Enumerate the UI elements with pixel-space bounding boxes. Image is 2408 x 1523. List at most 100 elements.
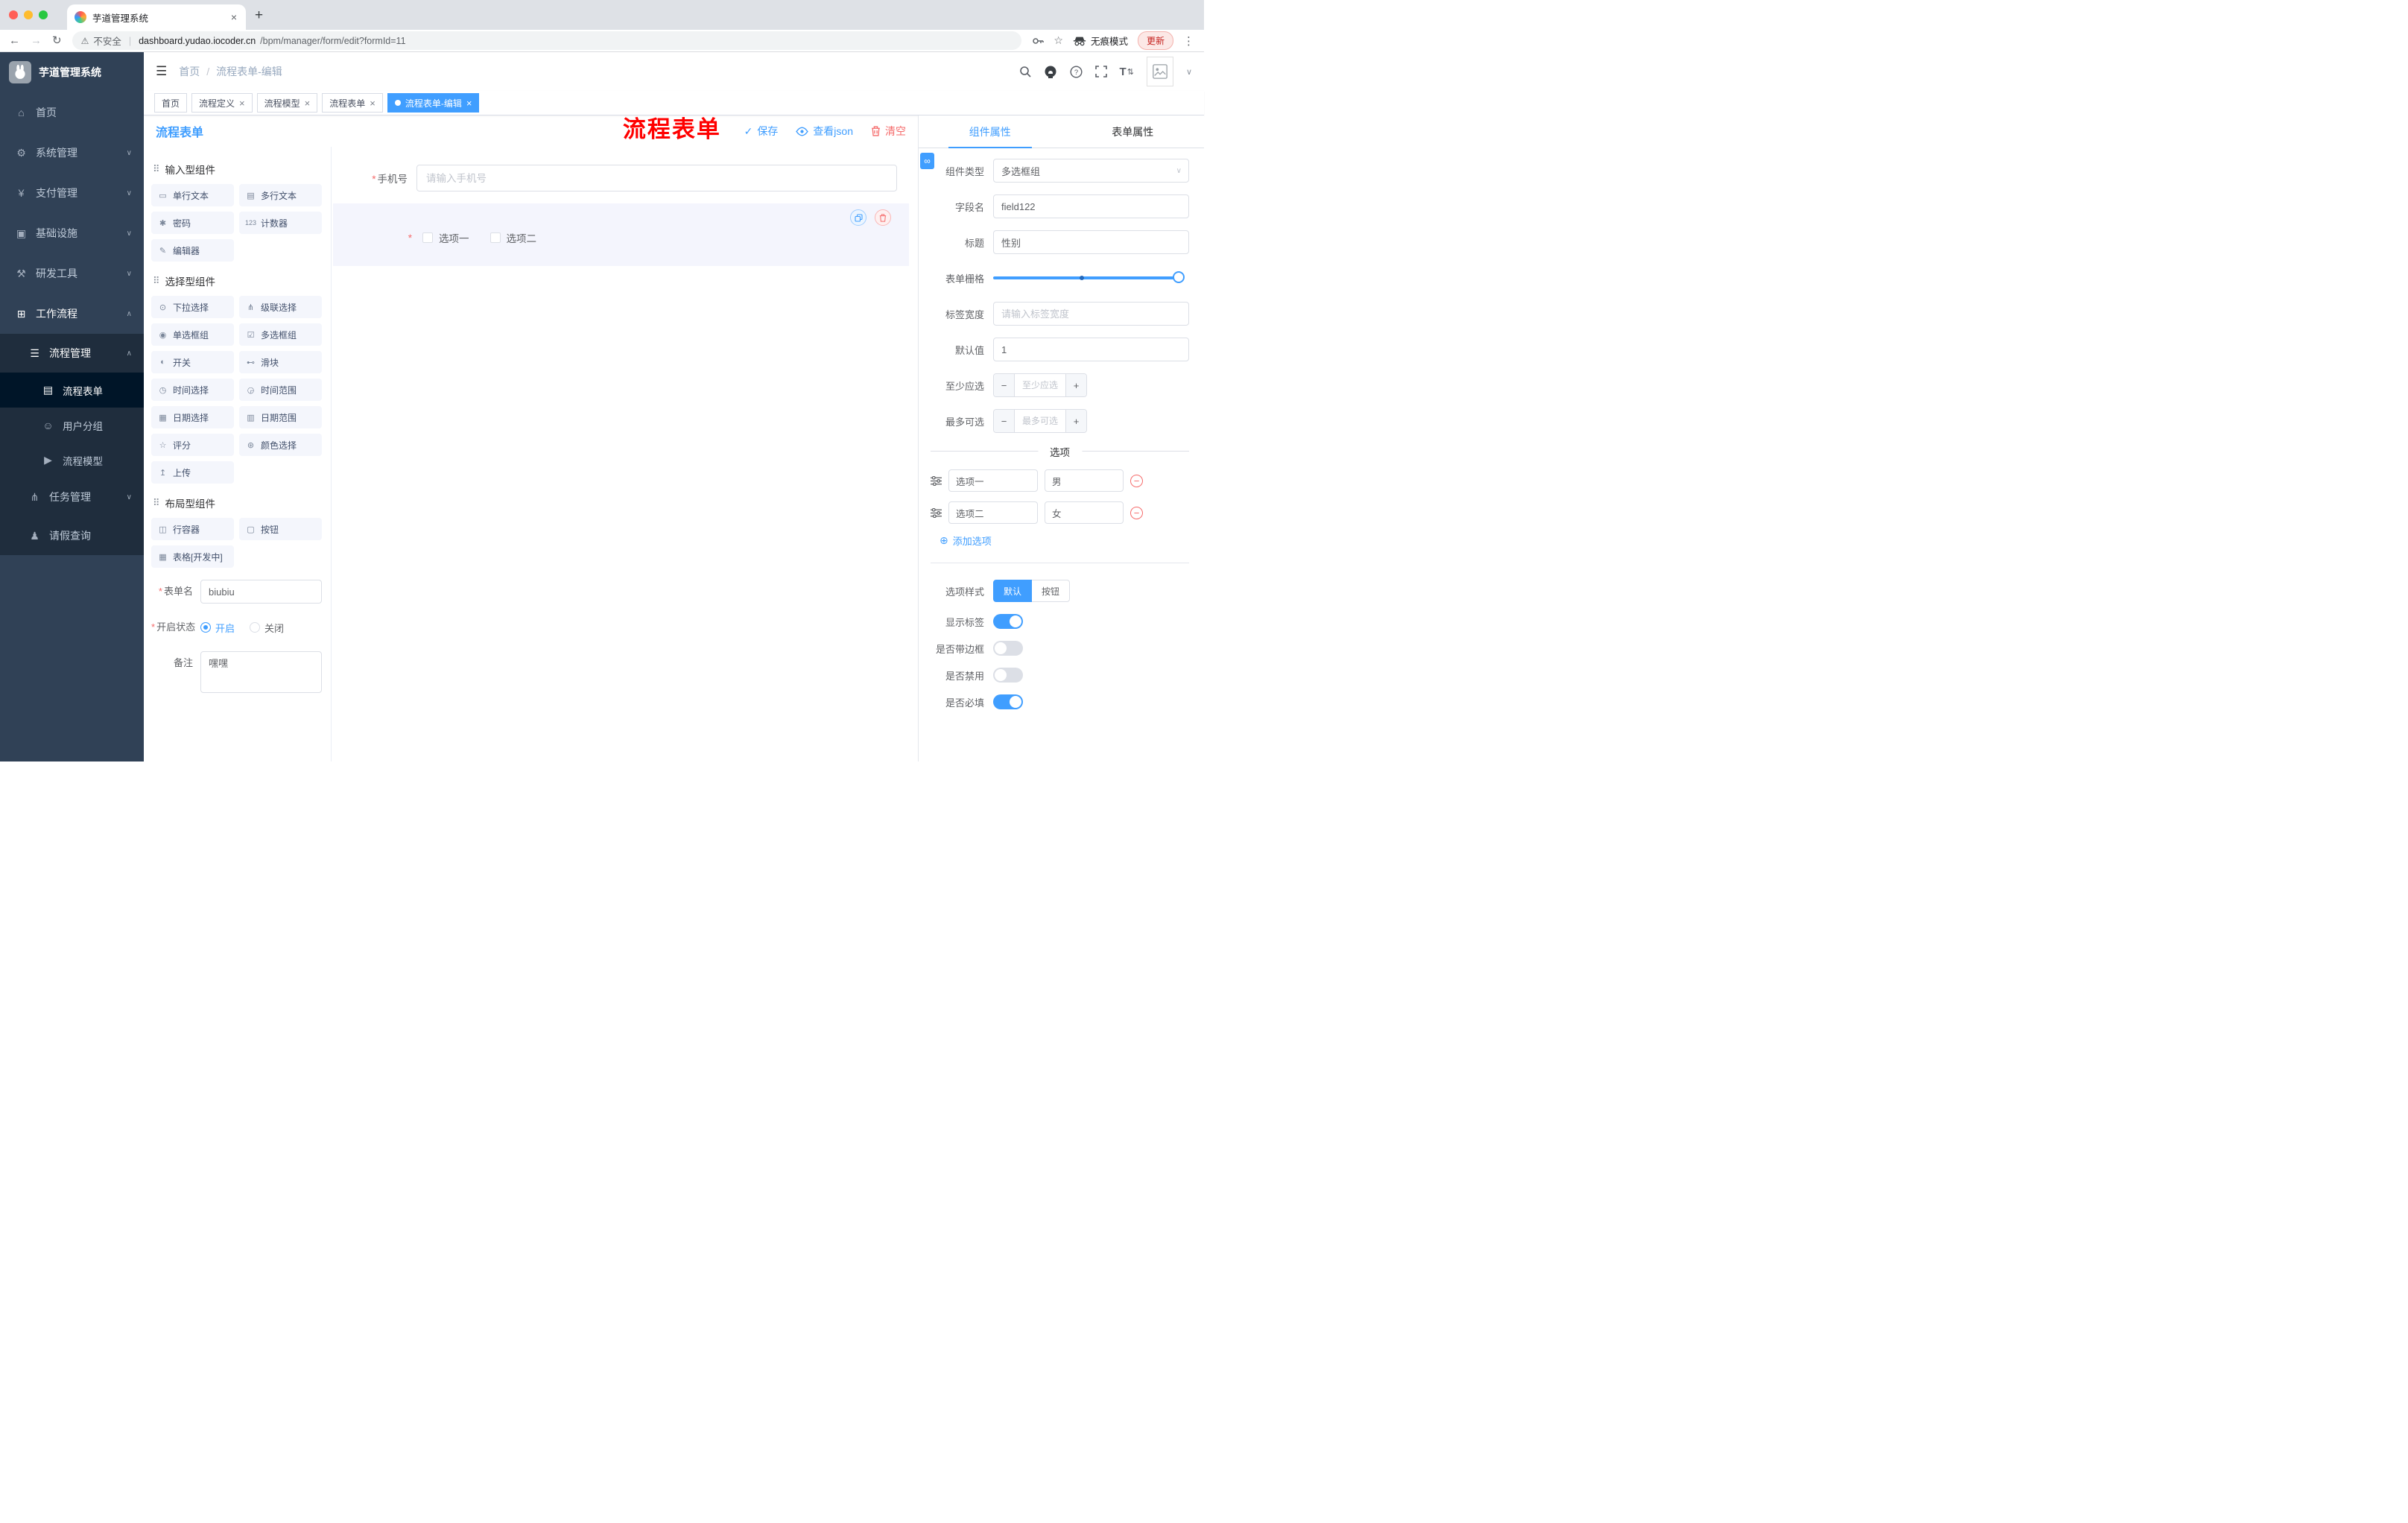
copy-component-button[interactable] <box>850 209 866 226</box>
clear-button[interactable]: 清空 <box>871 124 906 139</box>
increase-button[interactable]: + <box>1065 410 1086 432</box>
sidebar-item-devtools[interactable]: ⚒ 研发工具 ∨ <box>0 253 144 294</box>
sidebar-logo[interactable]: 芋道管理系统 <box>0 52 144 92</box>
label-width-input[interactable] <box>993 302 1189 326</box>
bookmark-star-icon[interactable]: ☆ <box>1054 34 1063 47</box>
tag-close-icon[interactable]: × <box>370 98 376 109</box>
palette-item-date-range[interactable]: ▥ 日期范围 <box>239 406 322 428</box>
tag-process-definition[interactable]: 流程定义 × <box>191 93 253 113</box>
sidebar-item-process-model[interactable]: ▶ 流程模型 <box>0 443 144 478</box>
sliders-icon[interactable] <box>931 507 942 518</box>
decrease-button[interactable]: − <box>994 374 1015 396</box>
show-label-toggle[interactable] <box>993 614 1023 629</box>
status-open-radio[interactable]: 开启 <box>200 621 235 635</box>
remove-option-button[interactable]: − <box>1130 474 1143 487</box>
sidebar-item-task-mgmt[interactable]: ⋔ 任务管理 ∨ <box>0 478 144 516</box>
sidebar-item-workflow[interactable]: ⊞ 工作流程 ∧ <box>0 294 144 334</box>
max-select-input[interactable] <box>1015 410 1065 432</box>
palette-item-rate[interactable]: ☆ 评分 <box>151 434 234 456</box>
default-value-input[interactable] <box>993 338 1189 361</box>
breadcrumb-home[interactable]: 首页 <box>179 64 200 79</box>
grid-slider[interactable] <box>993 271 1185 283</box>
slider-thumb[interactable] <box>1173 271 1185 283</box>
form-canvas[interactable]: * 手机号 请输入手机号 * 选项一 选项二 <box>332 147 918 762</box>
sliders-icon[interactable] <box>931 475 942 486</box>
palette-item-switch[interactable]: ◐ 开关 <box>151 351 234 373</box>
gender-option-2-checkbox[interactable]: 选项二 <box>489 230 536 245</box>
sidebar-item-home[interactable]: ⌂ 首页 <box>0 92 144 133</box>
palette-item-editor[interactable]: ✎ 编辑器 <box>151 239 234 262</box>
tag-process-form[interactable]: 流程表单 × <box>322 93 383 113</box>
sidebar-item-payment[interactable]: ¥ 支付管理 ∨ <box>0 173 144 213</box>
palette-item-single-text[interactable]: ▭ 单行文本 <box>151 184 234 206</box>
option-2-name-input[interactable] <box>948 501 1038 524</box>
hamburger-icon[interactable]: ☰ <box>156 64 167 79</box>
search-icon[interactable] <box>1019 66 1031 77</box>
palette-item-password[interactable]: ✱ 密码 <box>151 212 234 234</box>
palette-item-color-picker[interactable]: ⊛ 颜色选择 <box>239 434 322 456</box>
fullscreen-icon[interactable] <box>1094 66 1107 77</box>
tab-form-props[interactable]: 表单属性 <box>1062 115 1205 148</box>
close-window-button[interactable] <box>9 10 18 19</box>
back-button[interactable]: ← <box>9 35 20 46</box>
required-toggle[interactable] <box>993 694 1023 709</box>
font-size-icon[interactable]: T ⇅ <box>1120 66 1134 78</box>
palette-item-upload[interactable]: ↥ 上传 <box>151 461 234 484</box>
increase-button[interactable]: + <box>1065 374 1086 396</box>
tag-close-icon[interactable]: × <box>466 98 472 109</box>
tag-process-form-edit[interactable]: 流程表单-编辑 × <box>387 93 480 113</box>
option-2-value-input[interactable] <box>1045 501 1124 524</box>
update-button[interactable]: 更新 <box>1137 31 1173 50</box>
tab-component-props[interactable]: 组件属性 <box>919 115 1062 148</box>
github-icon[interactable] <box>1044 65 1057 78</box>
maximize-window-button[interactable] <box>39 10 48 19</box>
sidebar-item-process-form[interactable]: ▤ 流程表单 <box>0 373 144 408</box>
avatar-caret-icon[interactable]: ∨ <box>1186 67 1192 77</box>
palette-item-slider[interactable]: ⊷ 滑块 <box>239 351 322 373</box>
view-json-button[interactable]: 查看json <box>796 124 853 139</box>
palette-item-radio-group[interactable]: ◉ 单选框组 <box>151 323 234 346</box>
reload-button[interactable]: ↻ <box>52 35 62 46</box>
browser-menu-icon[interactable]: ⋮ <box>1183 34 1195 48</box>
tag-home[interactable]: 首页 <box>154 93 188 113</box>
palette-item-select[interactable]: ⊙ 下拉选择 <box>151 296 234 318</box>
help-icon[interactable]: ? <box>1070 65 1083 78</box>
palette-item-date-picker[interactable]: ▦ 日期选择 <box>151 406 234 428</box>
sidebar-item-user-groups[interactable]: ☺ 用户分组 <box>0 408 144 443</box>
min-select-input[interactable] <box>1015 374 1065 396</box>
phone-field-row[interactable]: * 手机号 <box>338 165 897 191</box>
palette-item-textarea[interactable]: ▤ 多行文本 <box>239 184 322 206</box>
palette-item-table[interactable]: ▦ 表格[开发中] <box>151 545 234 568</box>
add-option-button[interactable]: ⊕ 添加选项 <box>940 533 1189 548</box>
palette-item-button[interactable]: ▢ 按钮 <box>239 518 322 540</box>
new-tab-button[interactable]: + <box>255 7 263 24</box>
tag-process-model[interactable]: 流程模型 × <box>256 93 318 113</box>
gender-field-row[interactable]: * 选项一 选项二 <box>343 230 897 245</box>
border-toggle[interactable] <box>993 641 1023 656</box>
sidebar-item-process-mgmt[interactable]: ☰ 流程管理 ∧ <box>0 334 144 373</box>
forward-button[interactable]: → <box>31 35 42 46</box>
avatar[interactable] <box>1146 57 1173 86</box>
palette-item-row-container[interactable]: ◫ 行容器 <box>151 518 234 540</box>
phone-input[interactable] <box>416 165 897 191</box>
field-name-input[interactable] <box>993 194 1189 218</box>
palette-item-checkbox-group[interactable]: ☑ 多选框组 <box>239 323 322 346</box>
tag-close-icon[interactable]: × <box>305 98 311 109</box>
tag-close-icon[interactable]: × <box>239 98 245 109</box>
gender-option-1-checkbox[interactable]: 选项一 <box>422 230 469 245</box>
sidebar-item-leave-query[interactable]: ♟ 请假查询 <box>0 516 144 555</box>
option-1-value-input[interactable] <box>1045 469 1124 492</box>
selected-component-gender[interactable]: * 选项一 选项二 <box>333 203 909 266</box>
tab-close-icon[interactable]: × <box>229 11 238 23</box>
address-bar[interactable]: ⚠ 不安全 | dashboard.yudao.iocoder.cn/bpm/m… <box>72 31 1022 50</box>
title-input[interactable] <box>993 230 1189 254</box>
delete-component-button[interactable] <box>875 209 891 226</box>
browser-tab[interactable]: 芋道管理系统 × <box>67 4 246 30</box>
security-label[interactable]: 不安全 <box>93 34 121 48</box>
decrease-button[interactable]: − <box>994 410 1015 432</box>
sidebar-item-infrastructure[interactable]: ▣ 基础设施 ∨ <box>0 213 144 253</box>
style-button-button[interactable]: 按钮 <box>1032 580 1071 602</box>
link-icon[interactable]: ∞ <box>920 153 934 169</box>
palette-item-time-range[interactable]: ◶ 时间范围 <box>239 379 322 401</box>
palette-item-counter[interactable]: 123 计数器 <box>239 212 322 234</box>
